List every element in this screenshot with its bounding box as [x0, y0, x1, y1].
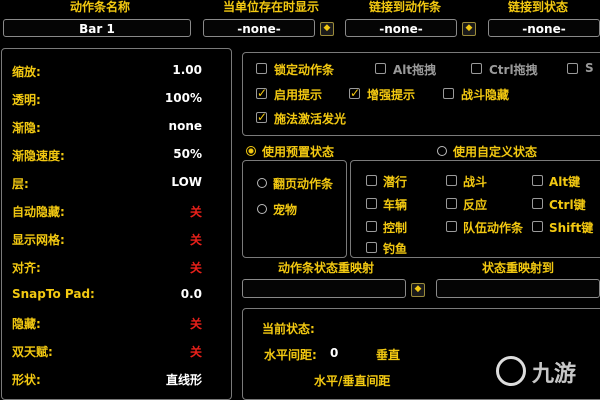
- jiuyou-logo-icon: [496, 356, 526, 386]
- watermark-text: 九游: [532, 362, 577, 387]
- state-condition-checkbox[interactable]: [532, 221, 543, 232]
- state-condition-label: 反应: [463, 198, 488, 212]
- pet-radio[interactable]: [257, 204, 267, 214]
- setting-label: 层:: [12, 177, 29, 191]
- setting-label: 渐隐速度:: [12, 149, 65, 163]
- cast-glow-checkbox[interactable]: ✓: [256, 111, 267, 123]
- enable-tips-label: 启用提示: [274, 88, 323, 102]
- setting-value[interactable]: 1.00: [130, 63, 202, 77]
- state-condition-label: 控制: [383, 221, 408, 235]
- state-condition-label: 队伍动作条: [463, 221, 524, 235]
- custom-state-radio[interactable]: [437, 146, 447, 156]
- state-condition-checkbox[interactable]: [446, 221, 457, 232]
- setting-value[interactable]: 关: [130, 231, 202, 248]
- setting-label: 自动隐藏:: [12, 205, 65, 219]
- combat-hide-checkbox[interactable]: [443, 88, 454, 99]
- unit-dropdown-arrow-icon[interactable]: ◆: [320, 22, 334, 36]
- setting-label: 形状:: [12, 373, 41, 387]
- state-condition-checkbox[interactable]: [532, 198, 543, 209]
- setting-label: 隐藏:: [12, 317, 41, 331]
- state-condition-label: Alt键: [549, 175, 581, 189]
- alt-drag-label: Alt拖拽: [393, 63, 437, 77]
- cast-glow-label: 施法激活发光: [274, 112, 347, 126]
- state-condition-label: 潜行: [383, 175, 408, 189]
- unit-exists-header: 当单位存在时显示: [222, 0, 319, 14]
- current-state-label: 当前状态:: [262, 322, 315, 336]
- setting-value[interactable]: 直线形: [130, 371, 202, 388]
- state-condition-label: 车辆: [383, 198, 408, 212]
- state-condition-label: 钓鱼: [383, 242, 408, 256]
- state-condition-checkbox[interactable]: [366, 242, 377, 253]
- setting-value[interactable]: 关: [130, 259, 202, 276]
- state-condition-checkbox[interactable]: [532, 175, 543, 186]
- state-condition-label: Shift键: [549, 221, 594, 235]
- setting-value[interactable]: 关: [130, 315, 202, 332]
- state-condition-checkbox[interactable]: [366, 175, 377, 186]
- s-checkbox[interactable]: [567, 63, 578, 74]
- state-remap-arrow-icon[interactable]: ◆: [411, 283, 425, 297]
- unit-exists-dropdown[interactable]: -none-: [203, 19, 315, 37]
- setting-label: 显示网格:: [12, 233, 65, 247]
- setting-value[interactable]: none: [130, 119, 202, 133]
- state-condition-checkbox[interactable]: [446, 175, 457, 186]
- link-state-dropdown[interactable]: -none-: [488, 19, 600, 37]
- hv-spacing-label: 水平/垂直间距: [314, 374, 391, 388]
- preset-state-label: 使用预置状态: [262, 145, 335, 159]
- custom-state-label: 使用自定义状态: [453, 145, 538, 159]
- setting-value[interactable]: LOW: [130, 175, 202, 189]
- lock-bar-label: 锁定动作条: [274, 63, 335, 77]
- link-bar-header: 链接到动作条: [368, 0, 441, 14]
- enhanced-tips-checkbox[interactable]: ✓: [349, 87, 360, 99]
- setting-label: 双天赋:: [12, 345, 53, 359]
- h-spacing-value: 0: [330, 346, 339, 360]
- bar-name-header: 动作条名称: [69, 0, 130, 14]
- lock-bar-checkbox[interactable]: [256, 63, 267, 74]
- setting-label: 透明:: [12, 93, 41, 107]
- link-state-header: 链接到状态: [507, 0, 568, 14]
- setting-value[interactable]: 100%: [130, 91, 202, 105]
- state-condition-label: Ctrl键: [549, 198, 586, 212]
- setting-value[interactable]: 0.0: [130, 287, 202, 301]
- state-condition-checkbox[interactable]: [366, 198, 377, 209]
- setting-label: 缩放:: [12, 65, 41, 79]
- setting-label: 渐隐:: [12, 121, 41, 135]
- paging-bar-label: 翻页动作条: [273, 177, 334, 191]
- state-condition-checkbox[interactable]: [446, 198, 457, 209]
- bar-name-input[interactable]: Bar 1: [3, 19, 191, 37]
- setting-value[interactable]: 关: [130, 343, 202, 360]
- v-spacing-label: 垂直: [376, 348, 401, 362]
- enhanced-tips-label: 增强提示: [367, 88, 416, 102]
- paging-bar-radio[interactable]: [257, 178, 267, 188]
- h-spacing-label: 水平间距:: [264, 348, 317, 362]
- enable-tips-checkbox[interactable]: ✓: [256, 87, 267, 99]
- link-bar-dropdown[interactable]: -none-: [345, 19, 457, 37]
- remap-to-dropdown[interactable]: [436, 279, 600, 298]
- pet-label: 宠物: [273, 203, 298, 217]
- setting-value[interactable]: 50%: [130, 147, 202, 161]
- state-remap-dropdown[interactable]: [242, 279, 406, 298]
- link-bar-dropdown-arrow-icon[interactable]: ◆: [462, 22, 476, 36]
- preset-state-radio[interactable]: [246, 146, 256, 156]
- alt-drag-checkbox[interactable]: [375, 63, 386, 74]
- state-condition-label: 战斗: [463, 175, 488, 189]
- combat-hide-label: 战斗隐藏: [461, 88, 510, 102]
- setting-label: SnapTo Pad:: [12, 287, 95, 301]
- state-remap-header: 动作条状态重映射: [277, 261, 374, 275]
- state-condition-checkbox[interactable]: [366, 221, 377, 232]
- setting-label: 对齐:: [12, 261, 41, 275]
- ctrl-drag-label: Ctrl拖拽: [489, 63, 538, 77]
- setting-value[interactable]: 关: [130, 203, 202, 220]
- ctrl-drag-checkbox[interactable]: [471, 63, 482, 74]
- remap-to-header: 状态重映射到: [481, 261, 554, 275]
- s-label: S: [585, 61, 594, 75]
